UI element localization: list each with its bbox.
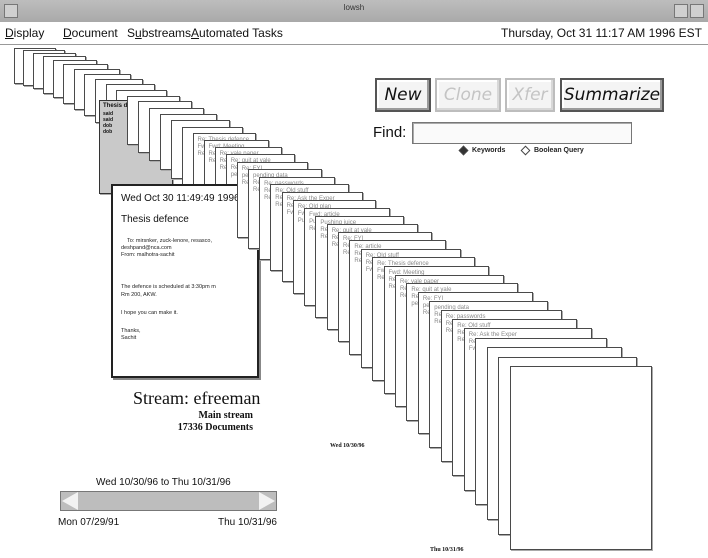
document-card[interactable]: [510, 366, 652, 550]
date-marker-end: Thu 10/31/96: [430, 547, 464, 553]
summarize-button[interactable]: Summarize: [560, 78, 664, 112]
document-body-line: I hope you can make it.: [121, 310, 178, 316]
document-to-line: To: mirsnker, zuck-lenore, resasco,: [127, 238, 212, 244]
document-body-line: Rm 200, AKW.: [121, 292, 157, 298]
slider-right-arrow-icon[interactable]: [259, 492, 275, 510]
radio-unselected-icon[interactable]: [520, 145, 531, 156]
time-range-label: Wed 10/30/96 to Thu 10/31/96: [96, 477, 231, 488]
slider-start-label: Mon 07/29/91: [58, 517, 120, 528]
stream-title: Stream: efreeman: [133, 388, 261, 408]
document-body-line: The defence is scheduled at 3:30pm m: [121, 284, 216, 290]
document-from-line: From: malhotra-sachit: [121, 252, 175, 258]
date-marker-mid: Wed 10/30/96: [330, 443, 365, 449]
boolean-query-label: Boolean Query: [534, 147, 584, 154]
document-subject: Thesis defence: [121, 214, 189, 225]
boolean-query-option[interactable]: Boolean Query: [520, 145, 584, 156]
stream-subtitle: Main stream: [198, 410, 253, 421]
slider-end-label: Thu 10/31/96: [218, 517, 277, 528]
find-label: Find:: [373, 124, 407, 141]
keywords-option[interactable]: Keywords: [458, 145, 506, 156]
find-input[interactable]: [412, 122, 632, 144]
clone-button[interactable]: Clone: [435, 78, 501, 112]
highlighted-card-line: dob: [103, 129, 113, 135]
document-date: Wed Oct 30 11:49:49 1996: [121, 193, 240, 204]
new-button[interactable]: New: [375, 78, 431, 112]
stream-document-count: 17336 Documents: [177, 422, 253, 433]
document-signature: Sachit: [121, 335, 137, 341]
xfer-button[interactable]: Xfer: [505, 78, 555, 112]
document-to-line2: deshpand@nca.com: [121, 245, 172, 251]
time-range-slider[interactable]: [60, 491, 277, 511]
slider-left-arrow-icon[interactable]: [62, 492, 78, 510]
keywords-label: Keywords: [472, 147, 506, 154]
document-signoff: Thanks,: [121, 328, 141, 334]
radio-selected-icon[interactable]: [458, 145, 469, 156]
